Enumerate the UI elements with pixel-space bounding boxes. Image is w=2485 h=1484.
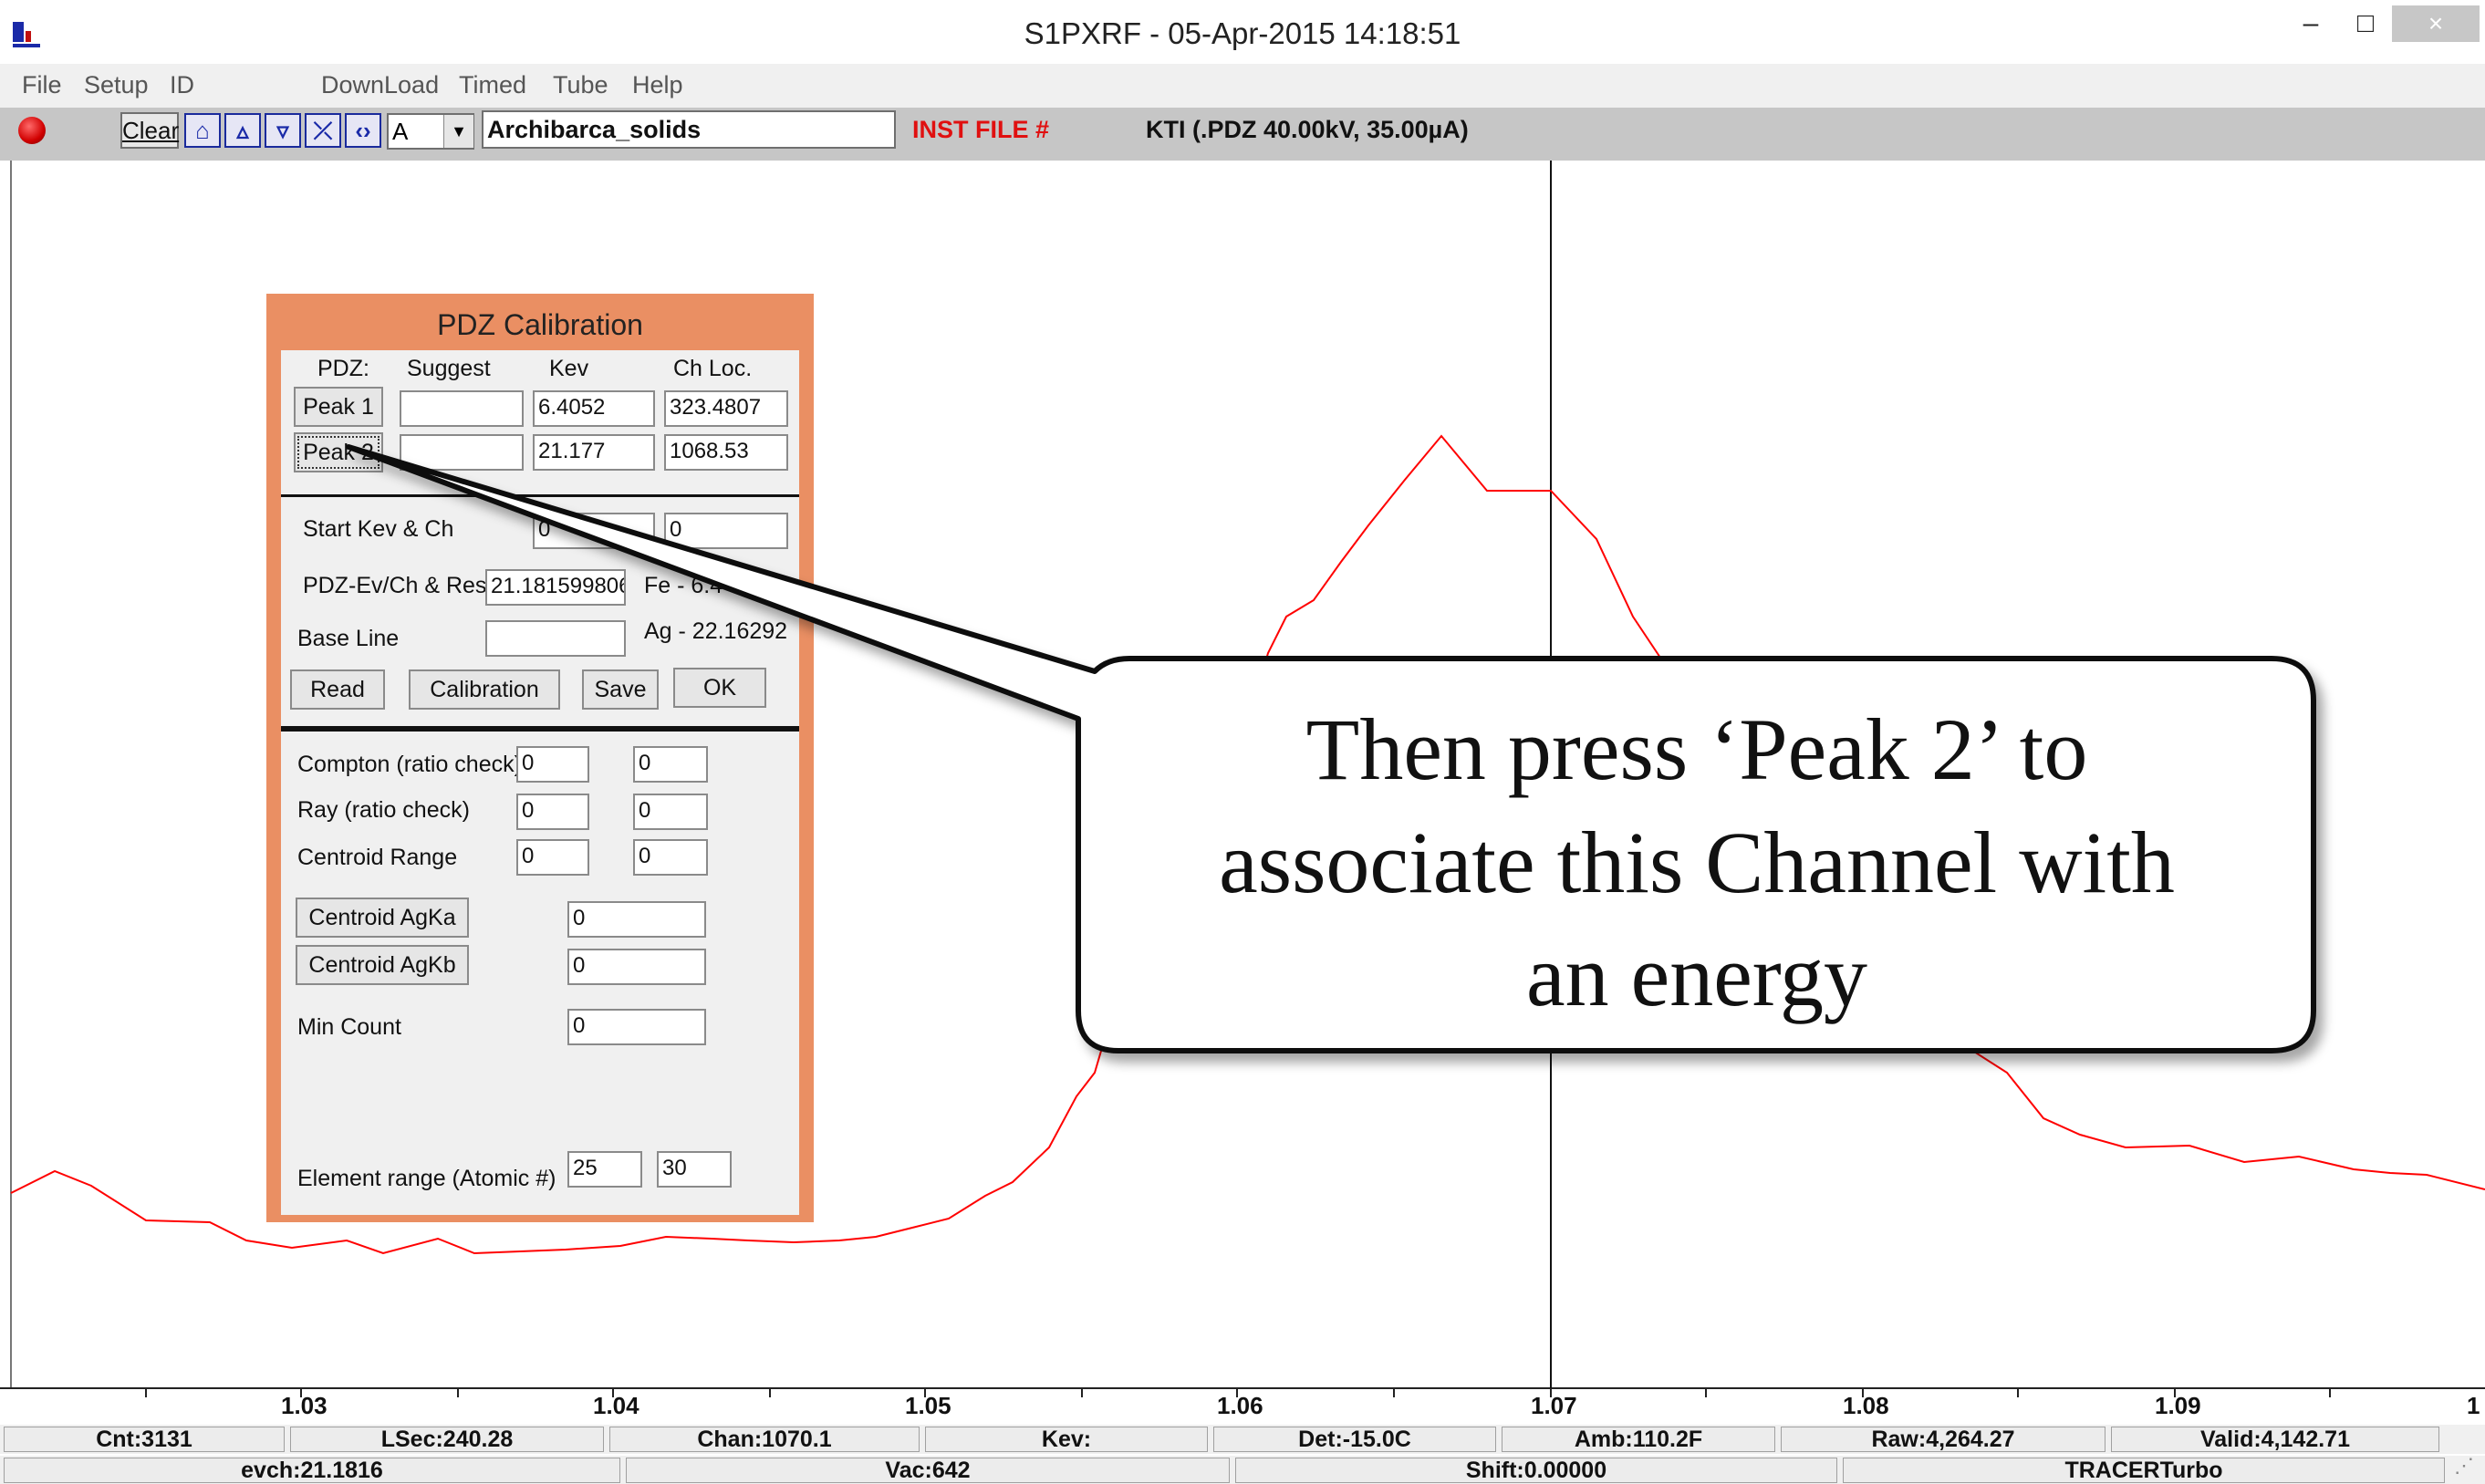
status-raw: Raw:4,264.27 [1781, 1427, 2105, 1452]
callout-line: Then press ‘Peak 2’ to [1305, 700, 2088, 798]
status-live-seconds: LSec:240.28 [290, 1427, 604, 1452]
status-shift: Shift:0.00000 [1235, 1458, 1837, 1483]
status-ambient-temp: Amb:110.2F [1502, 1427, 1775, 1452]
status-model: TRACERTurbo [1843, 1458, 2445, 1483]
status-channel: Chan:1070.1 [609, 1427, 920, 1452]
status-detector-temp: Det:-15.0C [1213, 1427, 1496, 1452]
callout-line: an energy [1525, 927, 1868, 1024]
resize-grip-icon[interactable]: ⋰ [2454, 1452, 2481, 1479]
callout-text: Then press ‘Peak 2’ to associate this Ch… [1076, 693, 2317, 1033]
status-vacuum: Vac:642 [626, 1458, 1230, 1483]
status-evch: evch:21.1816 [4, 1458, 620, 1483]
callout-line: associate this Channel with [1219, 814, 2175, 911]
status-valid: Valid:4,142.71 [2111, 1427, 2439, 1452]
status-count: Cnt:3131 [4, 1427, 285, 1452]
status-kev: Kev: [925, 1427, 1208, 1452]
